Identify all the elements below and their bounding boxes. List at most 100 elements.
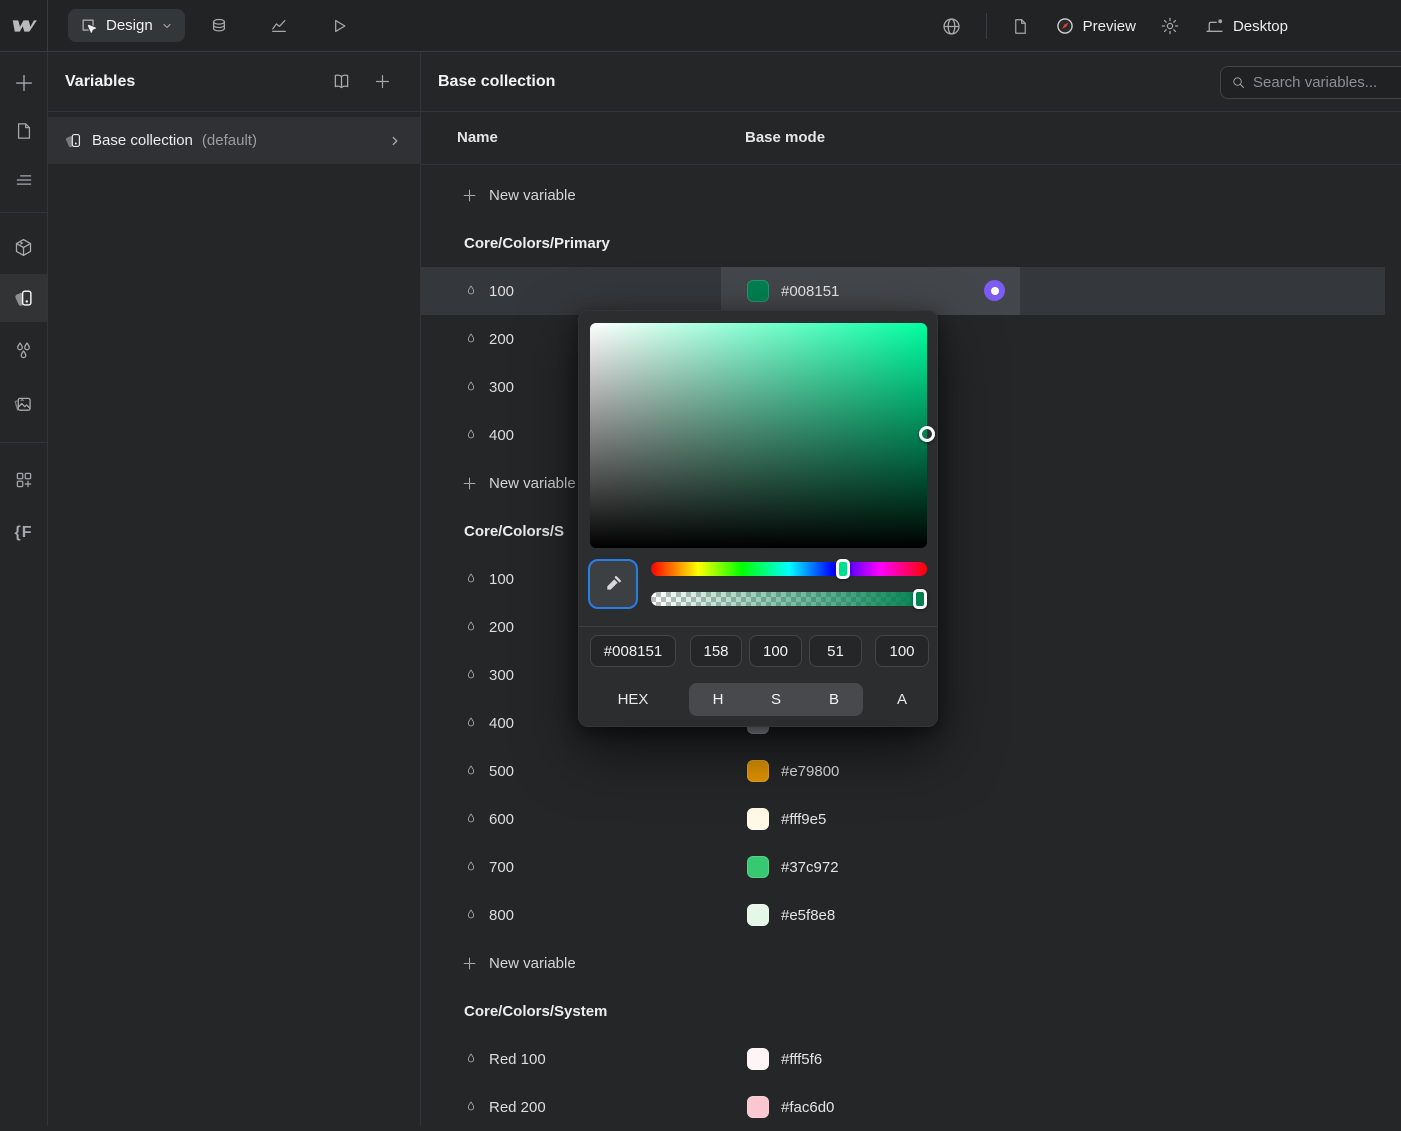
column-name: Name [457, 129, 498, 146]
saturation-brightness-area[interactable] [590, 323, 927, 548]
analytics-button[interactable] [261, 8, 297, 44]
add-collection-button[interactable] [369, 69, 395, 95]
table-row[interactable]: Red 100 #fff5f6 [421, 1035, 1401, 1083]
color-swatch[interactable] [747, 904, 769, 926]
breakpoint-selector[interactable]: Desktop [1204, 16, 1288, 37]
color-swatch[interactable] [747, 760, 769, 782]
group-header: Core/Colors/System [421, 987, 1401, 1035]
alias-indicator[interactable] [984, 280, 1005, 301]
table-row[interactable]: 600 #fff9e5 [421, 795, 1401, 843]
variables-button[interactable] [0, 274, 47, 322]
s-label[interactable]: S [747, 683, 805, 716]
color-swatch[interactable] [747, 808, 769, 830]
table-row[interactable]: 100 #008151 [421, 267, 1401, 315]
plus-icon [373, 72, 392, 91]
webflow-logo[interactable] [0, 0, 48, 51]
variables-docs-button[interactable] [328, 69, 354, 95]
variables-search[interactable] [1220, 66, 1401, 99]
droplet-icon [464, 1100, 478, 1114]
alpha-slider[interactable] [651, 592, 927, 606]
plus-icon [13, 72, 35, 94]
value-cell[interactable]: #e79800 [721, 747, 1020, 795]
apps-button[interactable] [0, 456, 47, 504]
navigator-button[interactable] [0, 156, 47, 204]
eyedropper-button[interactable] [588, 559, 638, 609]
topbar-divider [986, 13, 987, 39]
value-cell[interactable]: #e5f8e8 [721, 891, 1020, 939]
collection-header: Base collection [421, 52, 1401, 112]
settings-button[interactable] [1152, 8, 1188, 44]
value-cell[interactable]: #fff5f6 [721, 1035, 1020, 1083]
alpha-slider-handle[interactable] [913, 589, 927, 609]
rail-divider [0, 212, 47, 213]
navigator-icon [14, 170, 34, 190]
droplet-icon [464, 284, 478, 298]
hue-input[interactable]: 158 [690, 635, 742, 667]
cms-database-button[interactable] [201, 8, 237, 44]
interactions-button[interactable] [321, 8, 357, 44]
droplets-icon [13, 340, 34, 361]
components-button[interactable] [0, 223, 47, 271]
assets-button[interactable] [0, 380, 47, 428]
rail-divider [0, 442, 47, 443]
variables-panel-header: Variables [48, 52, 420, 112]
droplet-icon [464, 572, 478, 586]
value-cell[interactable]: #fff9e5 [721, 795, 1020, 843]
book-icon [331, 71, 352, 92]
droplet-icon [464, 380, 478, 394]
new-variable-button[interactable]: New variable [421, 939, 1401, 987]
design-cursor-icon [80, 17, 98, 35]
hue-slider[interactable] [651, 562, 927, 576]
alpha-input[interactable]: 100 [875, 635, 929, 667]
table-row[interactable]: 700 #37c972 [421, 843, 1401, 891]
droplet-icon [464, 860, 478, 874]
color-swatch[interactable] [747, 280, 769, 302]
saturation-input[interactable]: 100 [749, 635, 802, 667]
column-base-mode: Base mode [745, 129, 825, 146]
search-input[interactable] [1253, 74, 1401, 91]
group-header: Core/Colors/Primary [421, 219, 1401, 267]
design-mode-dropdown[interactable]: Design [68, 9, 185, 42]
page-settings-button[interactable] [1003, 8, 1039, 44]
styles-button[interactable] [0, 326, 47, 374]
table-row[interactable]: Red 200 #fac6d0 [421, 1083, 1401, 1131]
b-label[interactable]: B [805, 683, 863, 716]
database-icon [209, 16, 229, 36]
plus-icon [461, 475, 478, 492]
value-cell[interactable]: #fac6d0 [721, 1083, 1020, 1131]
pages-button[interactable] [0, 107, 47, 155]
functions-icon: {F [15, 524, 33, 542]
table-row[interactable]: 500 #e79800 [421, 747, 1401, 795]
apps-grid-icon [14, 470, 34, 490]
top-bar: Design [0, 0, 1401, 52]
droplet-icon [464, 620, 478, 634]
localization-button[interactable] [934, 8, 970, 44]
hex-input[interactable]: #008151 [590, 635, 676, 667]
eyedropper-icon [602, 573, 624, 595]
alpha-mode-tab[interactable]: A [875, 683, 929, 716]
add-elements-button[interactable] [0, 59, 47, 107]
preview-toggle[interactable]: Preview [1055, 16, 1136, 36]
hsb-mode-segment[interactable]: H S B [689, 683, 863, 716]
value-cell-selected[interactable]: #008151 [721, 267, 1020, 315]
table-row[interactable]: 800 #e5f8e8 [421, 891, 1401, 939]
color-swatch[interactable] [747, 856, 769, 878]
preview-compass-icon [1055, 16, 1075, 36]
hex-mode-tab[interactable]: HEX [590, 683, 676, 716]
sv-cursor[interactable] [919, 426, 935, 442]
value-cell[interactable]: #37c972 [721, 843, 1020, 891]
functions-button[interactable]: {F [0, 509, 47, 557]
collection-item-base-collection[interactable]: Base collection (default) [48, 117, 420, 164]
color-swatch[interactable] [747, 1096, 769, 1118]
cube-icon [13, 237, 34, 258]
search-icon [1231, 75, 1246, 90]
droplet-icon [464, 428, 478, 442]
new-variable-button[interactable]: New variable [421, 171, 1401, 219]
h-label[interactable]: H [689, 683, 747, 716]
hue-slider-handle[interactable] [836, 559, 850, 579]
droplet-icon [464, 764, 478, 778]
color-swatch[interactable] [747, 1048, 769, 1070]
table-column-headers: Name Base mode [421, 112, 1401, 165]
brightness-input[interactable]: 51 [809, 635, 862, 667]
swatches-icon [13, 287, 35, 309]
